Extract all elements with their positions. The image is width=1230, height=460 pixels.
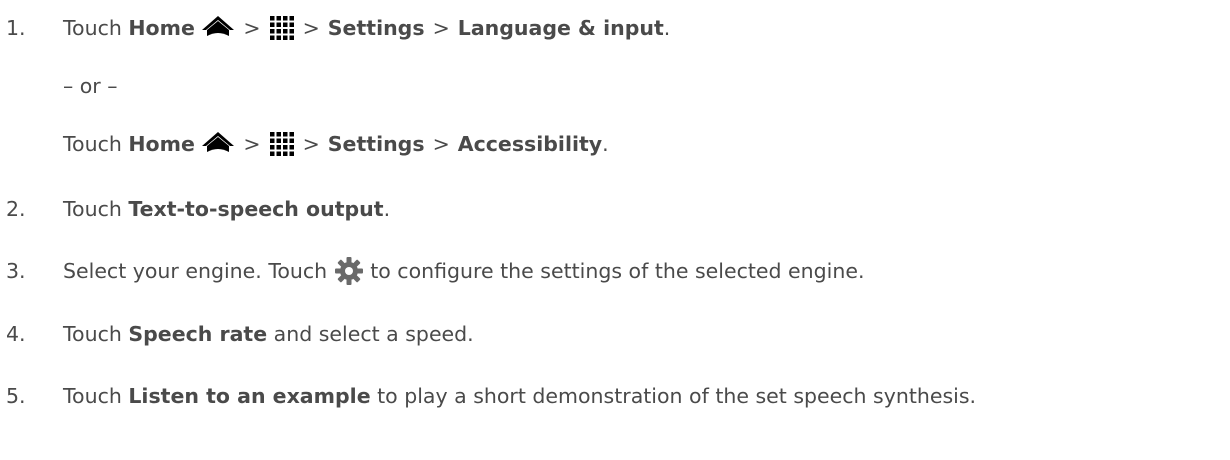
separator: >	[302, 132, 320, 156]
step-number: 1.	[6, 16, 26, 40]
language-input-label: Language & input	[457, 16, 664, 40]
separator: >	[243, 132, 261, 156]
text-to-speech-output-label: Text-to-speech output	[128, 197, 384, 221]
step-3-instruction: Select your engine. Touch to configure t…	[63, 256, 864, 286]
accessibility-label: Accessibility	[457, 132, 603, 156]
step-text: Select your engine. Touch	[63, 259, 334, 283]
home-icon	[202, 16, 235, 38]
gear-icon	[334, 257, 363, 285]
home-label: Home	[128, 132, 195, 156]
apps-grid-icon	[269, 16, 294, 40]
listen-to-example-label: Listen to an example	[128, 384, 371, 408]
step-text: and select a speed.	[267, 322, 474, 346]
step-2-instruction: Touch Text-to-speech output .	[63, 197, 390, 221]
apps-grid-icon	[269, 132, 294, 156]
period: .	[383, 197, 391, 221]
step-1-alt-instruction: Touch Home > > Settings > Accessibility …	[63, 131, 609, 157]
step-text: Touch	[63, 384, 129, 408]
step-1-instruction: Touch Home > > Settings > Language & inp…	[63, 15, 670, 41]
step-text: to configure the settings of the selecte…	[363, 259, 865, 283]
separator: >	[432, 132, 450, 156]
period: .	[602, 132, 609, 156]
step-text: Touch	[63, 197, 129, 221]
touch-text: Touch	[63, 16, 122, 40]
home-icon	[202, 132, 235, 154]
separator: >	[302, 16, 320, 40]
step-5-instruction: Touch Listen to an example to play a sho…	[63, 384, 976, 408]
step-number: 5.	[6, 384, 26, 408]
period: .	[663, 16, 671, 40]
separator: >	[432, 16, 450, 40]
step-number: 3.	[6, 259, 26, 283]
step-text: to play a short demonstration of the set…	[370, 384, 977, 408]
or-text: – or –	[63, 74, 118, 98]
touch-text: Touch	[63, 132, 122, 156]
separator: >	[243, 16, 261, 40]
step-number: 4.	[6, 322, 26, 346]
settings-label: Settings	[327, 132, 425, 156]
settings-label: Settings	[327, 16, 425, 40]
step-4-instruction: Touch Speech rate and select a speed.	[63, 322, 474, 346]
home-label: Home	[128, 16, 195, 40]
step-text: Touch	[63, 322, 129, 346]
step-number: 2.	[6, 197, 26, 221]
speech-rate-label: Speech rate	[128, 322, 268, 346]
